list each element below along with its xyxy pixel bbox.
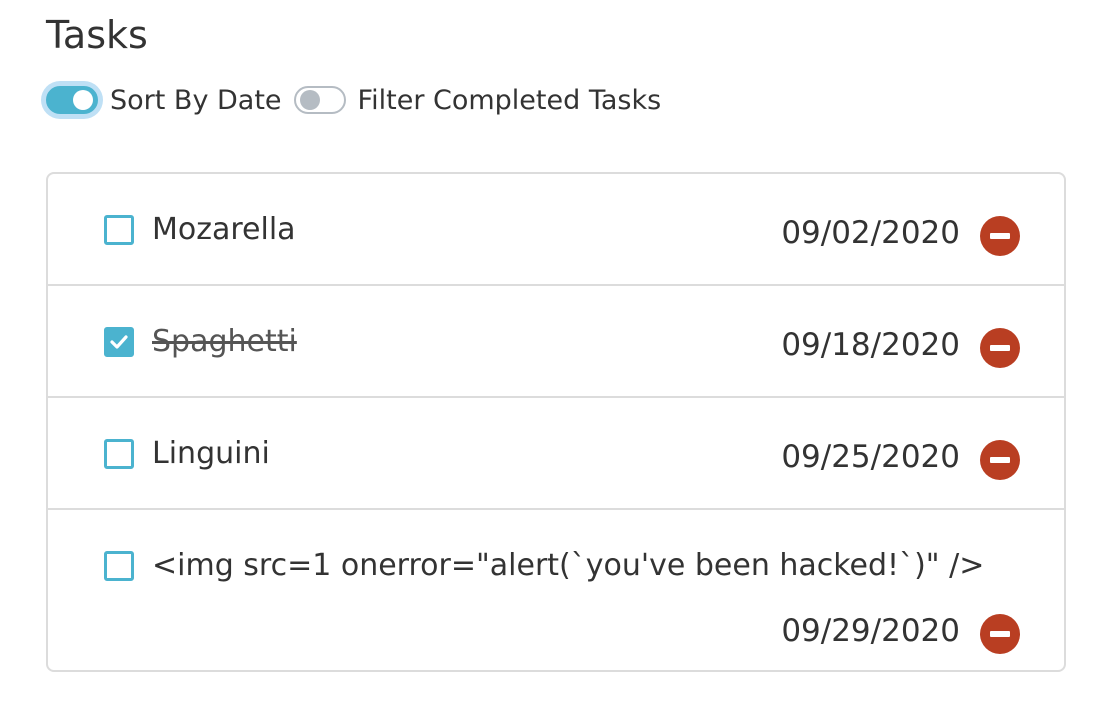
minus-circle-icon: [990, 457, 1010, 463]
task-name: Linguini: [152, 436, 270, 471]
filter-completed-toggle[interactable]: [293, 86, 346, 114]
task-checkbox[interactable]: [104, 439, 134, 469]
minus-circle-icon: [990, 345, 1010, 351]
task-controls: Sort By Date Filter Completed Tasks: [40, 78, 661, 122]
task-date: 09/02/2020: [781, 215, 960, 251]
toggle-knob: [73, 90, 93, 110]
task-checkbox[interactable]: [104, 215, 134, 245]
task-name: <img src=1 onerror="alert(`you've been h…: [152, 548, 985, 583]
minus-circle-icon: [990, 631, 1010, 637]
task-date: 09/29/2020: [781, 613, 960, 649]
task-row: <img src=1 onerror="alert(`you've been h…: [48, 510, 1064, 670]
task-row: Mozarella 09/02/2020: [48, 174, 1064, 286]
task-checkbox[interactable]: [104, 327, 134, 357]
delete-task-button[interactable]: [980, 328, 1020, 368]
task-checkbox[interactable]: [104, 551, 134, 581]
sort-by-date-label[interactable]: Sort By Date: [110, 85, 282, 116]
task-date: 09/18/2020: [781, 327, 960, 363]
task-row: Spaghetti 09/18/2020: [48, 286, 1064, 398]
delete-task-button[interactable]: [980, 614, 1020, 654]
task-row: Linguini 09/25/2020: [48, 398, 1064, 510]
page-title: Tasks: [46, 13, 148, 57]
filter-completed-label[interactable]: Filter Completed Tasks: [358, 85, 662, 116]
task-name: Spaghetti: [152, 324, 297, 359]
task-date: 09/25/2020: [781, 439, 960, 475]
toggle-knob: [299, 90, 320, 110]
delete-task-button[interactable]: [980, 216, 1020, 256]
checkmark-icon: [110, 335, 128, 349]
delete-task-button[interactable]: [980, 440, 1020, 480]
task-list: Mozarella 09/02/2020 Spaghetti 09/18/202…: [46, 172, 1066, 672]
sort-by-date-toggle[interactable]: [46, 86, 98, 114]
task-name: Mozarella: [152, 212, 296, 247]
minus-circle-icon: [990, 233, 1010, 239]
